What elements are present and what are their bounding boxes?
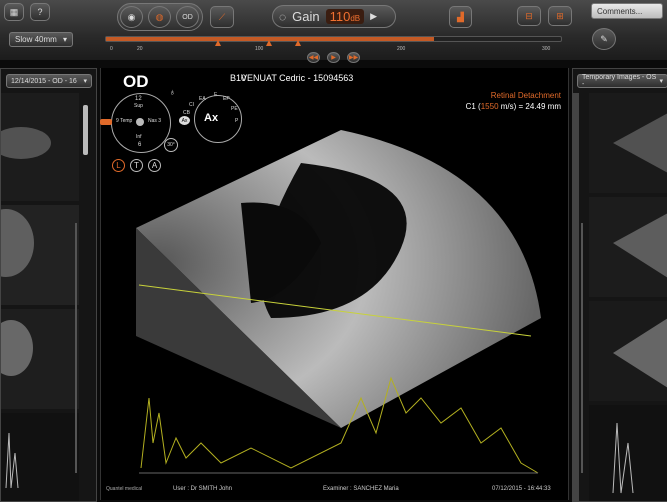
measurement-readout: C1 (1550 m/s) = 24.49 mm	[465, 102, 561, 111]
tab-a[interactable]: A	[148, 159, 161, 172]
axis-indicator: Ax	[204, 112, 219, 124]
chevron-down-icon: ▾	[62, 35, 67, 44]
gate-marker[interactable]	[295, 40, 301, 46]
lightbulb-icon[interactable]: ♁	[169, 87, 176, 97]
probe-icon[interactable]: ⟋	[210, 6, 234, 28]
scale-tick: 200	[397, 46, 406, 52]
diagnosis-label: Retinal Detachment	[490, 91, 561, 100]
scale-tick: 100	[255, 46, 264, 52]
angle-button[interactable]: 30°	[164, 138, 178, 152]
clock-label: Inf	[136, 134, 142, 140]
images-dropdown-label: Temporary Images - OS -	[582, 74, 657, 88]
orient-label: E	[214, 92, 218, 98]
axis-badge[interactable]: Ax	[179, 116, 190, 125]
scale-tick: 0	[110, 46, 113, 52]
eye-mode-icon[interactable]: ◉	[120, 6, 143, 28]
left-image-panel: 12/14/2015 - OD - 16 ▾	[0, 68, 97, 502]
right-image-panel: Temporary Images - OS - ▾	[572, 68, 667, 502]
split-view-icon[interactable]: ⊟	[517, 6, 541, 26]
orient-label: EA	[199, 96, 206, 102]
tab-t[interactable]: T	[130, 159, 143, 172]
date-dropdown[interactable]: 12/14/2015 - OD - 16 ▾	[6, 74, 92, 88]
scale-track[interactable]	[105, 36, 562, 42]
temporary-thumbnail-stack[interactable]	[573, 93, 667, 501]
clock-label: Sup	[134, 103, 143, 109]
gain-label: Gain	[292, 9, 320, 24]
user-label: User : Dr SMITH John	[173, 486, 233, 492]
orient-label: P	[235, 118, 239, 124]
comments-input[interactable]: Comments...	[591, 3, 663, 19]
forward-icon[interactable]: ▶▶	[347, 52, 360, 63]
help-icon[interactable]: ?	[30, 3, 50, 21]
main-scan-view[interactable]: OD B10 VENUAT Cedric - 15094563 Retinal …	[100, 68, 569, 500]
clock-orientation-dial[interactable]: 12 Sup 9 Temp Nas 3 Inf 6	[111, 93, 171, 153]
clock-label: 9 Temp	[116, 118, 133, 124]
eye-indicator: OD	[123, 72, 149, 91]
speed-label: Slow 40mm	[15, 35, 57, 44]
od-mode-icon[interactable]: OD	[176, 6, 199, 28]
play-icon[interactable]: ▶	[327, 52, 340, 63]
scale-tick: 300	[542, 46, 551, 52]
gain-value: 110dB	[325, 9, 365, 24]
clock-label: 12	[135, 96, 142, 102]
examiner-label: Examiner : SANCHEZ Maria	[323, 486, 399, 492]
orient-label: CI	[189, 102, 194, 108]
clock-label: 6	[138, 142, 142, 148]
images-dropdown[interactable]: Temporary Images - OS - ▾	[577, 74, 667, 88]
pen-icon[interactable]: ✎	[592, 28, 616, 50]
layout-icon[interactable]: ⊞	[548, 6, 572, 26]
patient-name: VENUAT Cedric - 15094563	[241, 73, 354, 83]
gain-dial-icon: ◌	[279, 9, 287, 24]
date-dropdown-label: 12/14/2015 - OD - 16	[11, 77, 77, 85]
dial-center	[136, 118, 144, 126]
thumbnail-stack[interactable]	[1, 93, 96, 501]
orient-label: PE	[231, 106, 238, 112]
chevron-right-icon: ▶	[370, 11, 378, 21]
speed-dropdown[interactable]: Slow 40mm ▾	[9, 32, 73, 47]
brand-logo: Quantel medical	[106, 486, 143, 492]
gate-marker[interactable]	[215, 40, 221, 46]
orient-label: EP	[223, 96, 230, 102]
chevron-down-icon: ▾	[659, 78, 663, 85]
probe-marker-icon	[100, 119, 112, 125]
scale-tick: 20	[137, 46, 143, 52]
ultrasound-image[interactable]	[101, 68, 568, 500]
grid-icon[interactable]: ▦	[4, 3, 24, 21]
report-icon[interactable]: ▟	[449, 6, 472, 28]
rewind-icon[interactable]: ◀◀	[307, 52, 320, 63]
gain-control[interactable]: ◌ Gain 110dB ▶	[272, 5, 396, 28]
exam-datetime: 07/12/2015 - 16:44:33	[492, 486, 551, 492]
tab-l[interactable]: L	[112, 159, 125, 172]
gate-marker[interactable]	[266, 40, 272, 46]
chevron-down-icon: ▾	[83, 78, 87, 85]
clock-label: Nas 3	[148, 118, 162, 124]
scan-mode-icon[interactable]: ◍	[148, 6, 171, 28]
